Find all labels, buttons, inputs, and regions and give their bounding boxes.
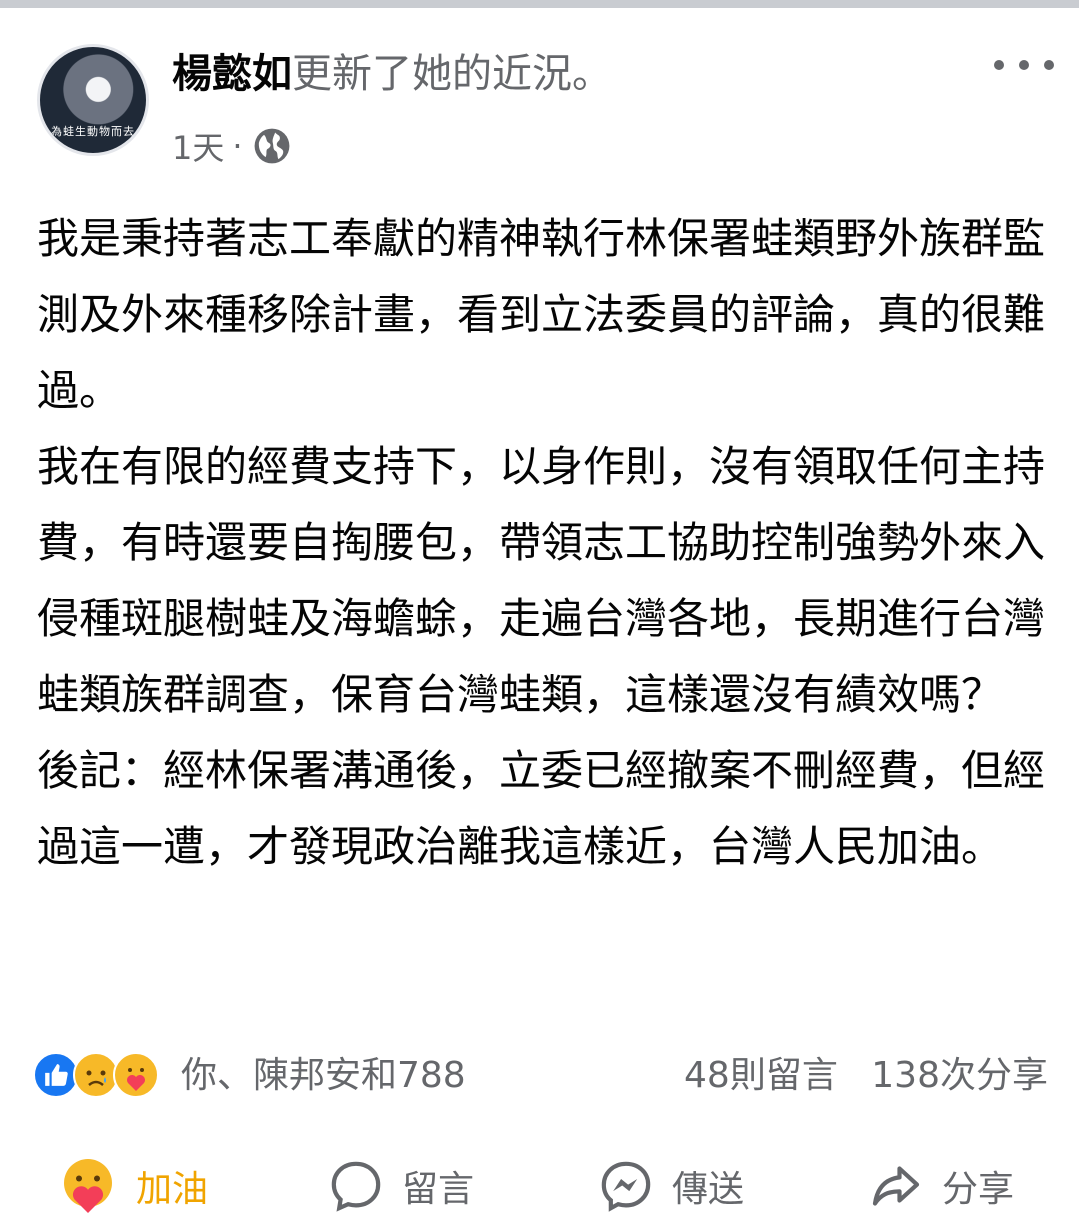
post-meta: 1天 · (172, 123, 291, 169)
messenger-icon (601, 1161, 651, 1212)
reaction-icons[interactable] (33, 1052, 159, 1100)
meta-separator: · (232, 127, 243, 165)
share-count[interactable]: 138次分享 (871, 1055, 1048, 1096)
share-button[interactable]: 分享 (868, 1151, 1014, 1221)
engagement-counts: 48則留言 138次分享 (684, 1048, 1048, 1104)
more-dot-icon (1044, 60, 1054, 70)
avatar[interactable]: 為蛙生動物而去 (37, 44, 149, 156)
reacted-by-text[interactable]: 你、陳邦安和788 (181, 1048, 466, 1104)
comment-button[interactable]: 留言 (328, 1151, 474, 1221)
top-divider (0, 0, 1079, 8)
more-options-button[interactable] (994, 50, 1054, 80)
reactions-summary: 你、陳邦安和788 48則留言 138次分享 (33, 1048, 1048, 1104)
care-reaction-icon (64, 1159, 112, 1213)
post-header: 為蛙生動物而去 楊懿如更新了她的近況。 1天 · (0, 8, 1079, 178)
more-dot-icon (994, 60, 1004, 70)
comment-count[interactable]: 48則留言 (684, 1055, 838, 1096)
send-label: 傳送 (672, 1169, 745, 1210)
post-action-bar: 加油 留言 傳送 分享 (0, 1143, 1079, 1221)
author-name[interactable]: 楊懿如 (172, 51, 292, 97)
post-paragraph: 我在有限的經費支持下，以身作則，沒有領取任何主持費，有時還要自掏腰包，帶領志工協… (37, 442, 1046, 719)
post-text: 我是秉持著志工奉獻的精神執行林保署蛙類野外族群監測及外來種移除計畫，看到立法委員… (37, 201, 1047, 885)
avatar-badge-text: 為蛙生動物而去 (51, 125, 135, 138)
post-paragraph: 後記：經林保署溝通後，立委已經撤案不刪經費，但經過這一遭，才發現政治離我這樣近，… (37, 746, 1046, 871)
post-timestamp[interactable]: 1天 (172, 123, 224, 169)
care-icon (113, 1052, 159, 1098)
more-dot-icon (1019, 60, 1029, 70)
cheer-button[interactable]: 加油 (58, 1151, 208, 1221)
comment-icon (331, 1161, 381, 1212)
share-icon (872, 1166, 920, 1206)
post-paragraph: 我是秉持著志工奉獻的精神執行林保署蛙類野外族群監測及外來種移除計畫，看到立法委員… (37, 214, 1046, 415)
author-action: 更新了她的近況。 (292, 51, 612, 97)
globe-icon[interactable] (253, 127, 291, 165)
share-label: 分享 (942, 1169, 1015, 1210)
cheer-label: 加油 (136, 1169, 209, 1210)
author-line: 楊懿如更新了她的近況。 (172, 48, 612, 100)
comment-label: 留言 (402, 1169, 475, 1210)
send-button[interactable]: 傳送 (598, 1151, 744, 1221)
